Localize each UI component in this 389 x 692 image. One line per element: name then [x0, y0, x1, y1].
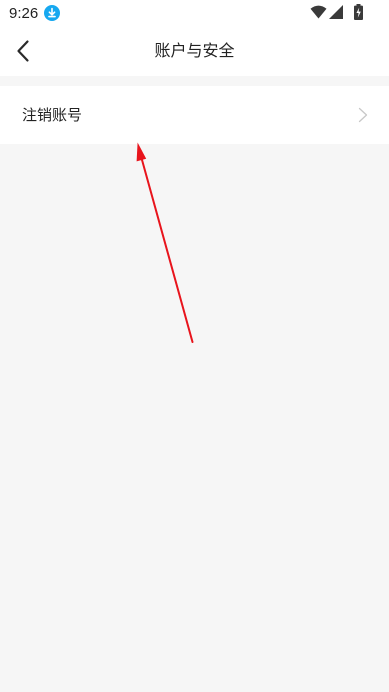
page-title: 账户与安全: [154, 41, 235, 60]
chevron-right-icon: [358, 107, 368, 123]
signal-icon: [329, 5, 343, 19]
battery-icon: [354, 4, 363, 20]
list-item-label: 注销账号: [22, 106, 83, 124]
download-icon: [44, 5, 60, 21]
nav-bar: 账户与安全: [0, 28, 389, 76]
status-time: 9:26: [9, 5, 39, 22]
status-bar: 9:26: [0, 0, 389, 28]
list-item-cancel-account[interactable]: 注销账号: [0, 86, 389, 144]
wifi-icon: [310, 5, 327, 19]
